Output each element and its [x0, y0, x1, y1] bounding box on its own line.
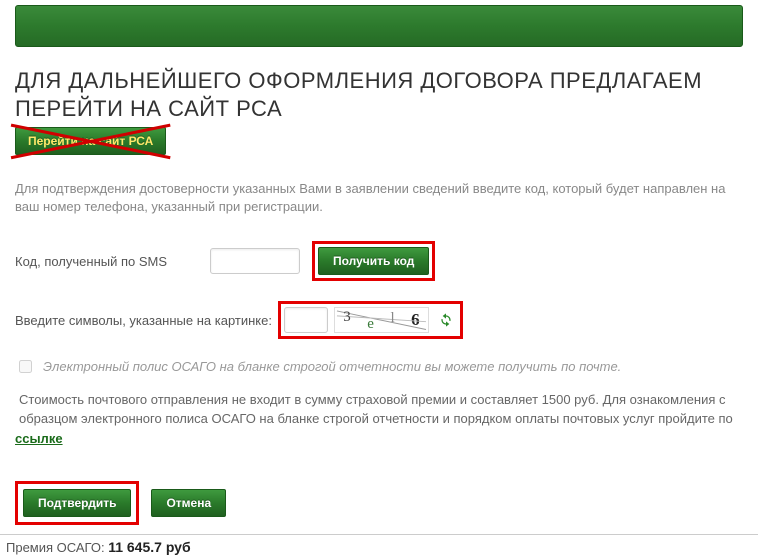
captcha-char: 3 [343, 309, 351, 326]
page-title: ДЛЯ ДАЛЬНЕЙШЕГО ОФОРМЛЕНИЯ ДОГОВОРА ПРЕД… [15, 67, 743, 122]
header-bar [15, 5, 743, 47]
premium-footer: Премия ОСАГО: 11 645.7 руб [0, 534, 758, 559]
premium-value: 11 645.7 руб [108, 539, 190, 555]
sample-link[interactable]: ссылке [15, 431, 63, 446]
get-code-highlight: Получить код [312, 241, 435, 281]
postal-checkbox-label: Электронный полис ОСАГО на бланке строго… [43, 359, 621, 374]
sms-label: Код, полученный по SMS [15, 254, 210, 269]
postal-note-text: Стоимость почтового отправления не входи… [19, 392, 733, 426]
cancel-button[interactable]: Отмена [151, 489, 226, 517]
refresh-captcha-icon[interactable] [435, 309, 457, 331]
captcha-highlight: 3 e l 6 [278, 301, 463, 339]
captcha-input[interactable] [284, 307, 328, 333]
sms-row: Код, полученный по SMS Получить код [15, 241, 743, 281]
postal-checkbox[interactable] [19, 360, 32, 373]
instructions-text: Для подтверждения достоверности указанны… [15, 180, 743, 216]
captcha-char: l [390, 310, 394, 327]
captcha-image: 3 e l 6 [334, 307, 429, 333]
rsa-button-wrap: Перейти на сайт РСА [15, 127, 166, 155]
confirm-button[interactable]: Подтвердить [23, 489, 131, 517]
captcha-char: e [367, 316, 374, 333]
postal-note: Стоимость почтового отправления не входи… [15, 391, 743, 429]
postal-checkbox-row: Электронный полис ОСАГО на бланке строго… [15, 359, 743, 376]
premium-label: Премия ОСАГО: [6, 540, 105, 555]
captcha-row: Введите символы, указанные на картинке: … [15, 301, 743, 339]
goto-rsa-button[interactable]: Перейти на сайт РСА [15, 127, 166, 155]
confirm-highlight: Подтвердить [15, 481, 139, 525]
get-code-button[interactable]: Получить код [318, 247, 429, 275]
captcha-label: Введите символы, указанные на картинке: [15, 313, 272, 328]
sms-code-input[interactable] [210, 248, 300, 274]
action-buttons: Подтвердить Отмена [15, 481, 743, 525]
